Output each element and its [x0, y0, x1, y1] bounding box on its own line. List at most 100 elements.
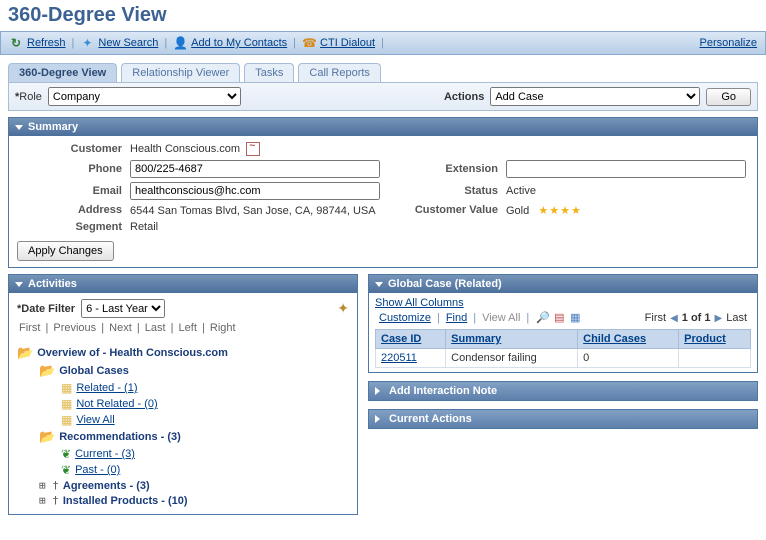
cases-table: Case ID Summary Child Cases Product 2205…: [375, 329, 751, 368]
pager-last[interactable]: Last: [143, 322, 168, 334]
pager-next[interactable]: Next: [107, 322, 134, 334]
add-interaction-header-text: Add Interaction Note: [389, 385, 497, 397]
col-child-cases[interactable]: Child Cases: [578, 330, 679, 349]
tab-relationship-viewer[interactable]: Relationship Viewer: [121, 63, 240, 82]
global-case-section: Global Case (Related) Show All Columns C…: [368, 274, 758, 373]
refresh-icon: [9, 36, 23, 50]
case-id-link[interactable]: 220511: [381, 352, 417, 364]
date-filter-label: Date Filter: [17, 303, 75, 315]
add-interaction-section: Add Interaction Note: [368, 381, 758, 401]
nav-last[interactable]: Last: [726, 312, 747, 324]
global-case-header-text: Global Case (Related): [388, 278, 502, 290]
tree-leaf-related[interactable]: ▦ Related - (1): [17, 380, 349, 396]
phone-input[interactable]: [130, 160, 380, 178]
grid-tool-icons[interactable]: 🔎▤▦: [535, 311, 583, 325]
action-toolbar: Refresh | New Search | Add to My Contact…: [0, 31, 766, 55]
export-icon[interactable]: ▤: [552, 311, 566, 325]
personalize-link[interactable]: Personalize: [700, 37, 757, 49]
customer-value-value: Gold ★★★★: [506, 204, 746, 217]
customize-link[interactable]: Customize: [379, 312, 431, 324]
collapse-icon: [15, 125, 23, 130]
prev-icon[interactable]: ◀: [670, 313, 678, 324]
folder-open-icon: 📂: [39, 363, 55, 379]
case-product-cell: [679, 349, 751, 368]
zoom-icon[interactable]: 🔎: [536, 311, 550, 325]
phone-label: Phone: [17, 163, 122, 175]
extension-input[interactable]: [506, 160, 746, 178]
tree-node-installed-products[interactable]: ⊞ † Installed Products - (10): [17, 493, 349, 508]
page-title: 360-Degree View: [0, 0, 766, 31]
status-value: Active: [506, 185, 746, 197]
grid-icon[interactable]: ▦: [568, 311, 582, 325]
case-summary-cell: Condensor failing: [446, 349, 578, 368]
document-icon: ▦: [61, 413, 72, 427]
new-search-link[interactable]: New Search: [98, 37, 158, 49]
tree-node-agreements[interactable]: ⊞ † Agreements - (3): [17, 478, 349, 493]
add-contacts-link[interactable]: Add to My Contacts: [191, 37, 287, 49]
tree-root-overview[interactable]: 📂 Overview of - Health Conscious.com: [17, 344, 349, 362]
tree-leaf-past[interactable]: ❦ Past - (0): [17, 462, 349, 478]
summary-section: Summary Customer Health Conscious.com Ph…: [8, 117, 758, 268]
segment-label: Segment: [17, 221, 122, 233]
nav-first[interactable]: First: [645, 312, 666, 324]
cti-dialout-link[interactable]: CTI Dialout: [320, 37, 375, 49]
document-icon: ▦: [61, 397, 72, 411]
pager-left[interactable]: Left: [177, 322, 199, 334]
tree-leaf-view-all[interactable]: ▦ View All: [17, 412, 349, 428]
role-select[interactable]: Company: [48, 87, 241, 106]
pager-right[interactable]: Right: [208, 322, 238, 334]
customer-value: Health Conscious.com: [130, 142, 380, 156]
collapse-icon: [375, 282, 383, 287]
table-row[interactable]: 220511 Condensor failing 0: [376, 349, 751, 368]
activities-action-icon[interactable]: ✦: [337, 300, 349, 317]
email-input[interactable]: [130, 182, 380, 200]
customer-value-label: Customer Value: [388, 204, 498, 216]
folder-open-icon: 📂: [17, 345, 33, 361]
pager-first[interactable]: First: [17, 322, 42, 334]
tab-strip: 360-Degree View Relationship Viewer Task…: [0, 55, 766, 82]
tab-call-reports[interactable]: Call Reports: [298, 63, 381, 82]
current-actions-section: Current Actions: [368, 409, 758, 429]
expand-icon: [375, 387, 384, 395]
activities-header-text: Activities: [28, 278, 77, 290]
collapse-icon: [15, 282, 23, 287]
refresh-link[interactable]: Refresh: [27, 37, 66, 49]
actions-select[interactable]: Add Case: [490, 87, 700, 106]
leaf-icon: ❦: [61, 463, 71, 477]
apply-changes-button[interactable]: Apply Changes: [17, 241, 114, 261]
show-all-columns-link[interactable]: Show All Columns: [375, 297, 464, 309]
col-summary[interactable]: Summary: [446, 330, 578, 349]
date-filter-select[interactable]: 6 - Last Year: [81, 299, 165, 318]
tree-node-global-cases[interactable]: 📂 Global Cases: [17, 362, 349, 380]
customer-label: Customer: [17, 143, 122, 155]
separator: |: [162, 37, 169, 49]
tree-node-recommendations[interactable]: 📂 Recommendations - (3): [17, 428, 349, 446]
case-child-cell: 0: [578, 349, 679, 368]
find-link[interactable]: Find: [446, 312, 467, 324]
col-case-id[interactable]: Case ID: [376, 330, 446, 349]
tree-leaf-not-related[interactable]: ▦ Not Related - (0): [17, 396, 349, 412]
tab-tasks[interactable]: Tasks: [244, 63, 294, 82]
pager-previous[interactable]: Previous: [51, 322, 98, 334]
next-icon[interactable]: ▶: [715, 313, 723, 324]
role-label: Role: [15, 91, 42, 103]
cti-phone-icon: [302, 36, 316, 50]
tab-360-view[interactable]: 360-Degree View: [8, 63, 117, 82]
go-button[interactable]: Go: [706, 88, 751, 106]
view-all-disabled: View All: [482, 312, 520, 324]
global-case-header[interactable]: Global Case (Related): [369, 275, 757, 293]
document-icon: ▦: [61, 381, 72, 395]
address-value: 6544 San Tomas Blvd, San Jose, CA, 98744…: [130, 205, 380, 217]
current-actions-header[interactable]: Current Actions: [369, 410, 757, 428]
expand-icon[interactable]: ⊞ †: [39, 494, 59, 507]
customer-detail-icon[interactable]: [246, 142, 260, 156]
add-interaction-header[interactable]: Add Interaction Note: [369, 382, 757, 400]
tree-leaf-current[interactable]: ❦ Current - (3): [17, 446, 349, 462]
summary-header[interactable]: Summary: [9, 118, 757, 136]
role-actions-bar: Role Company Actions Add Case Go: [8, 82, 758, 111]
actions-label: Actions: [444, 91, 484, 103]
expand-icon[interactable]: ⊞ †: [39, 479, 59, 492]
col-product[interactable]: Product: [679, 330, 751, 349]
separator: |: [291, 37, 298, 49]
activities-header[interactable]: Activities: [9, 275, 357, 293]
